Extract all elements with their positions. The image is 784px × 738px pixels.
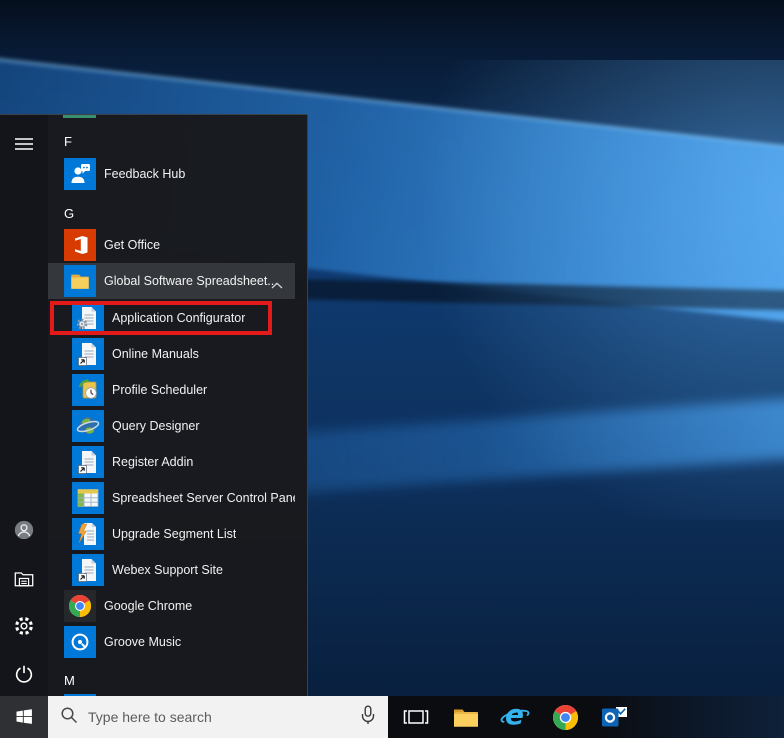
start-menu-item-google-chrome[interactable]: Google Chrome: [48, 588, 295, 624]
app-label: Spreadsheet Server Control Panel: [112, 491, 295, 505]
power-icon: [15, 665, 33, 683]
start-menu-item-profile-scheduler[interactable]: Profile Scheduler: [48, 372, 295, 408]
user-avatar-icon: [14, 520, 34, 540]
online-manuals-icon: [72, 338, 104, 370]
start-menu-item-query-designer[interactable]: Query Designer: [48, 408, 295, 444]
hamburger-menu-button[interactable]: [0, 120, 48, 168]
get-office-icon: [64, 229, 96, 261]
app-label: Webex Support Site: [112, 563, 223, 577]
outlook-icon: [601, 706, 627, 726]
start-menu-item-upgrade-segment-list[interactable]: Upgrade Segment List: [48, 516, 295, 552]
feedback-hub-icon: [64, 158, 96, 190]
app-label: Query Designer: [112, 419, 200, 433]
app-label: Online Manuals: [112, 347, 199, 361]
documents-icon: [14, 572, 34, 587]
user-account-button[interactable]: [0, 506, 48, 554]
start-menu-item-groove-music[interactable]: Groove Music: [48, 624, 295, 660]
google-chrome-icon: [64, 590, 96, 622]
app-label: Google Chrome: [104, 599, 193, 613]
app-label: Register Addin: [112, 455, 194, 469]
app-label: Profile Scheduler: [112, 383, 208, 397]
start-menu-item-register-addin[interactable]: Register Addin: [48, 444, 295, 480]
microphone-icon[interactable]: [360, 705, 376, 730]
file-explorer-icon: [454, 709, 478, 727]
register-addin-icon: [72, 446, 104, 478]
internet-explorer-icon: e: [499, 698, 531, 732]
windows-logo-icon: [16, 709, 32, 724]
profile-scheduler-icon: [72, 374, 104, 406]
app-label: Feedback Hub: [104, 167, 186, 181]
taskbar-search[interactable]: [48, 696, 388, 738]
documents-button[interactable]: [0, 554, 48, 602]
search-input[interactable]: [88, 709, 348, 725]
task-view-icon: [403, 710, 429, 724]
google-chrome-icon: [552, 704, 578, 730]
start-menu-app-list: F Feedback Hub G Get Office Global Softw…: [48, 115, 307, 696]
start-menu-item-webex-support-site[interactable]: Webex Support Site: [48, 552, 295, 588]
chevron-up-icon[interactable]: [271, 276, 283, 294]
folder-label: Global Software Spreadsheet...: [104, 274, 278, 288]
chrome-taskbar-button[interactable]: [543, 696, 587, 738]
start-menu-rail: [0, 115, 48, 696]
webex-support-site-icon: [72, 554, 104, 586]
power-button[interactable]: [0, 650, 48, 698]
groove-music-icon: [64, 626, 96, 658]
start-menu-item-get-office[interactable]: Get Office: [48, 227, 295, 263]
internet-explorer-button[interactable]: e: [493, 696, 537, 738]
app-label: Application Configurator: [112, 311, 246, 325]
settings-button[interactable]: [0, 602, 48, 650]
partial-app-icon-top: [63, 115, 96, 118]
start-menu-item-online-manuals[interactable]: Online Manuals: [48, 336, 295, 372]
app-label: Get Office: [104, 238, 161, 252]
file-explorer-button[interactable]: [444, 696, 488, 738]
start-menu-item-spreadsheet-server-control-panel[interactable]: Spreadsheet Server Control Panel: [48, 480, 295, 516]
task-view-button[interactable]: [394, 696, 438, 738]
taskbar: e: [0, 696, 784, 738]
start-menu-item-application-configurator[interactable]: Application Configurator: [48, 300, 295, 336]
gear-icon: [15, 617, 33, 635]
start-menu-item-feedback-hub[interactable]: Feedback Hub: [48, 156, 295, 192]
spreadsheet-server-control-panel-icon: [72, 482, 104, 514]
start-menu: F Feedback Hub G Get Office Global Softw…: [0, 114, 308, 696]
app-label: Upgrade Segment List: [112, 527, 237, 541]
section-header-f[interactable]: F: [48, 125, 295, 157]
outlook-button[interactable]: [592, 696, 636, 738]
folder-icon: [64, 265, 96, 297]
search-icon: [60, 706, 78, 729]
app-label: Groove Music: [104, 635, 182, 649]
start-menu-folder-global-software-spreadsheet[interactable]: Global Software Spreadsheet...: [48, 263, 295, 299]
section-header-g[interactable]: G: [48, 196, 295, 230]
application-configurator-icon: [72, 302, 104, 334]
upgrade-segment-list-icon: [72, 518, 104, 550]
start-button[interactable]: [0, 696, 48, 738]
query-designer-icon: [72, 410, 104, 442]
screen: F Feedback Hub G Get Office Global Softw…: [0, 0, 784, 738]
